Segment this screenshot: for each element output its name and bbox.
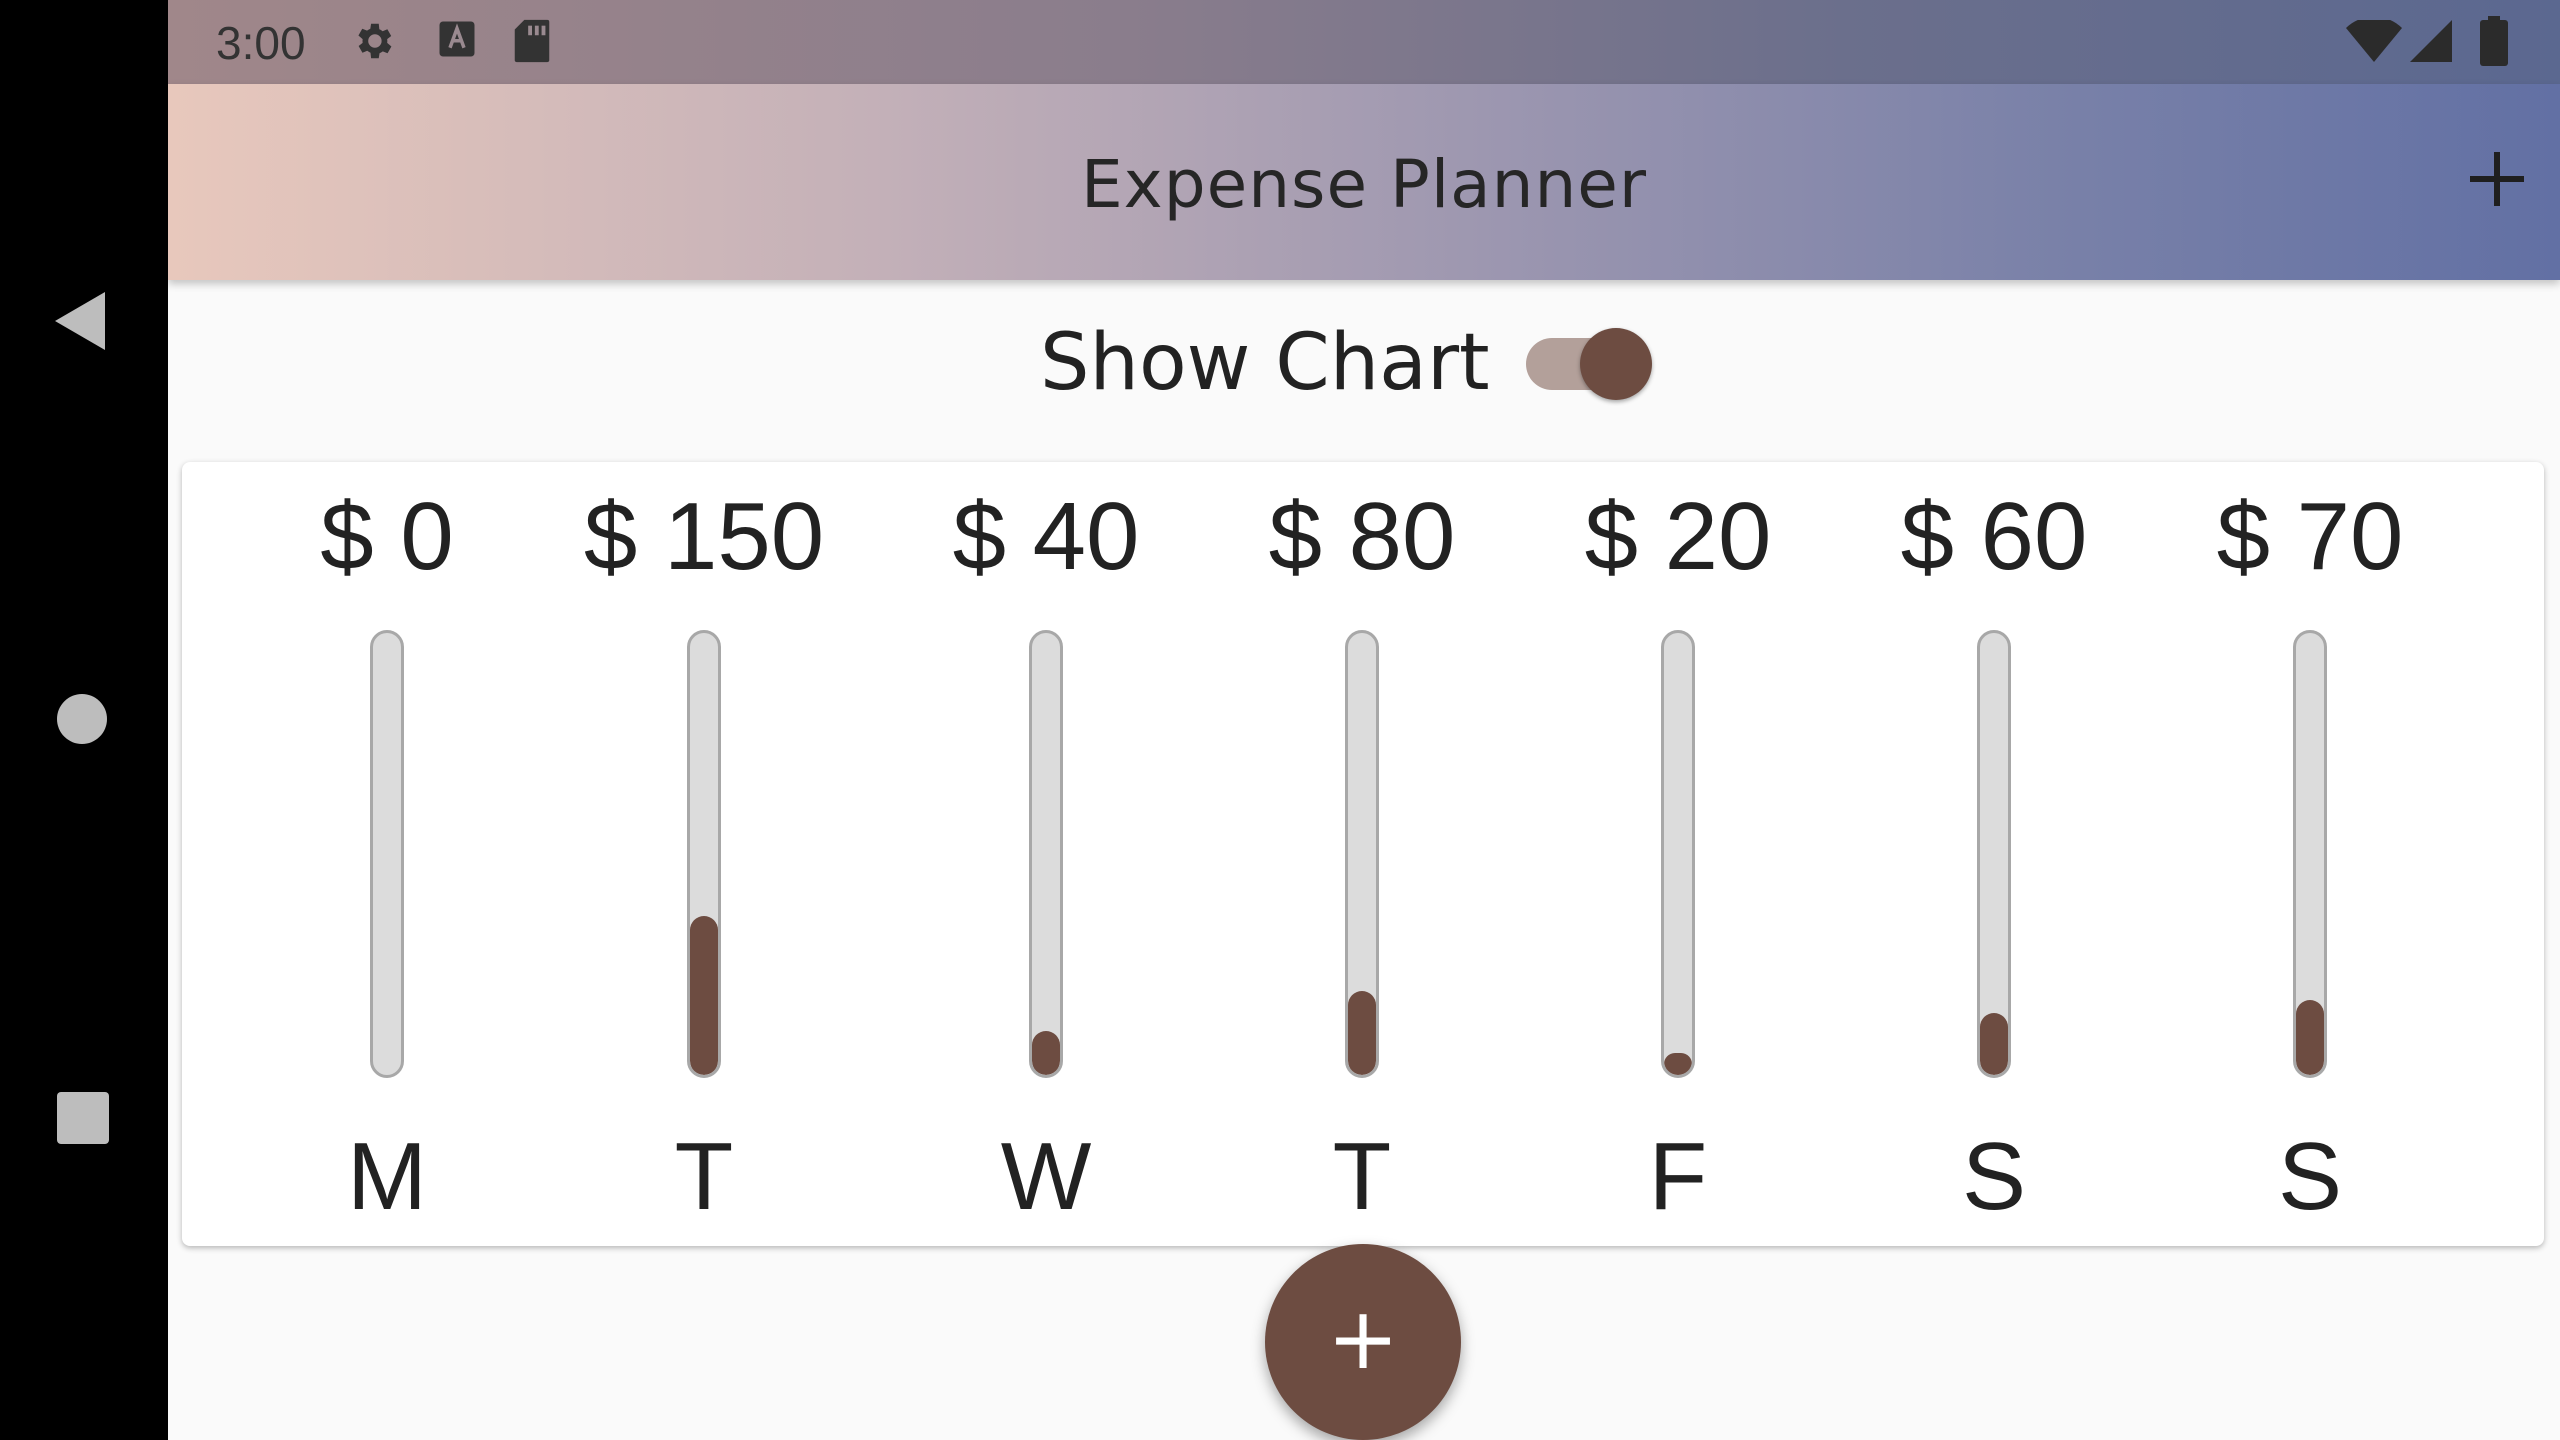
chart-bar-fill [1348,991,1376,1075]
chart-bar-column: $ 80 T [1212,462,1512,1246]
chart-bar-amount: $ 20 [1584,483,1772,590]
chart-bar-track [1029,630,1063,1078]
add-transaction-button[interactable]: + [1265,1244,1461,1440]
system-navigation-bar [0,0,168,1440]
chart-bar-fill [1032,1031,1060,1075]
chart-bar-day-label: W [1000,1123,1092,1230]
fab-plus-icon: + [1326,1289,1400,1389]
recents-icon[interactable] [57,1092,109,1144]
show-chart-label: Show Chart [1040,318,1490,408]
chart-bar-track [1661,630,1695,1078]
app-bar: Expense Planner [168,84,2560,280]
chart-bar-column: $ 150 T [554,462,854,1246]
chart-bar-fill [690,916,718,1075]
app-screen: 3:00 Expense Planner Show Chart $ 0 M $ … [168,0,2560,1440]
signal-icon [2410,20,2452,66]
chart-bar-column: $ 70 S [2160,462,2460,1246]
show-chart-switch-thumb[interactable] [1580,328,1652,400]
chart-bar-track [2293,630,2327,1078]
chart-bar-day-label: S [2277,1123,2343,1230]
chart-bar-fill [2296,1000,2324,1075]
chart-bar-track [370,630,404,1078]
chart-bar-amount: $ 40 [952,483,1140,590]
gear-icon [350,18,396,68]
chart-bar-amount: $ 0 [320,483,454,590]
chart-bar-column: $ 0 M [237,462,537,1246]
home-icon[interactable] [57,694,107,744]
chart-bar-fill [1664,1053,1692,1075]
status-time: 3:00 [216,17,306,69]
chart-bar-track [1345,630,1379,1078]
chart-bar-amount: $ 80 [1268,483,1456,590]
chart-bar-amount: $ 70 [2216,483,2404,590]
chart-bar-day-label: M [347,1123,427,1230]
chart-bar-track [687,630,721,1078]
chart-bar-amount: $ 150 [583,483,825,590]
battery-icon [2480,16,2508,70]
sd-card-icon [512,18,552,68]
back-icon[interactable] [55,292,105,350]
text-a-icon [436,18,478,64]
chart-bar-column: $ 40 W [896,462,1196,1246]
app-title: Expense Planner [1080,146,1648,223]
chart-bar-column: $ 20 F [1528,462,1828,1246]
show-chart-row: Show Chart [168,316,2560,416]
chart-bar-amount: $ 60 [1900,483,2088,590]
status-bar: 3:00 [168,0,2560,84]
chart-bar-day-label: F [1648,1123,1708,1230]
chart-bar-day-label: T [674,1123,734,1230]
chart-bar-day-label: S [1961,1123,2027,1230]
wifi-icon [2346,16,2402,66]
chart-bar-fill [1980,1013,2008,1075]
chart-card: $ 0 M $ 150 T $ 40 W $ 80 T $ 20 F $ 60 S $ 70 S [182,462,2544,1246]
plus-icon[interactable] [2452,134,2542,224]
chart-bar-column: $ 60 S [1844,462,2144,1246]
chart-bar-track [1977,630,2011,1078]
chart-bar-day-label: T [1332,1123,1392,1230]
